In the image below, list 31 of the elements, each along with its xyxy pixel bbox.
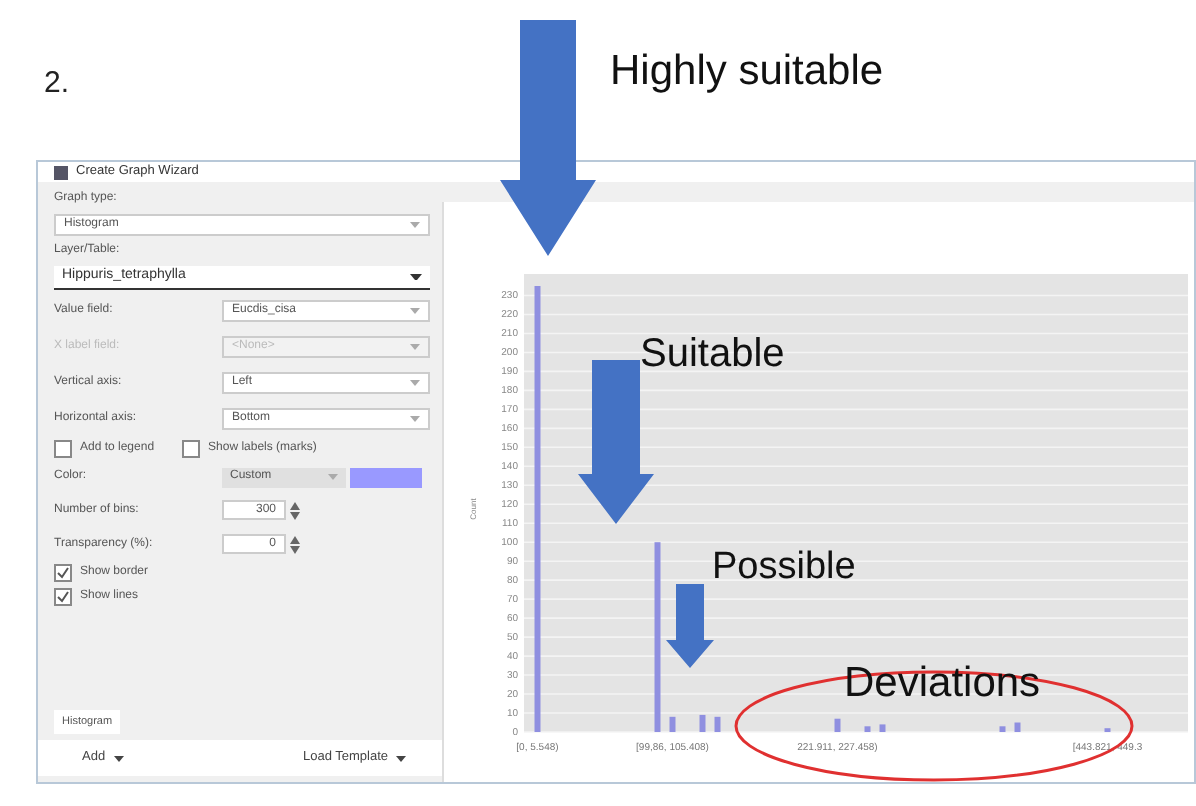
down-arrow	[666, 584, 714, 668]
chart-icon	[54, 165, 68, 179]
caret-icon	[396, 755, 406, 761]
caret-icon	[328, 474, 338, 480]
histogram-bar	[999, 726, 1006, 732]
figure-number: 2.	[44, 66, 70, 100]
histogram-bar	[864, 726, 871, 732]
histogram-bar	[714, 716, 721, 732]
spinner-arrows-icon[interactable]	[290, 535, 300, 553]
color-swatch[interactable]	[350, 467, 422, 487]
histogram-bar	[1014, 722, 1021, 732]
caret-icon	[410, 380, 420, 386]
histogram-bar	[879, 724, 886, 732]
histogram-bar	[699, 714, 706, 732]
arrow-annotation: Possible	[712, 544, 856, 592]
checkbox[interactable]	[54, 588, 72, 606]
ellipse-annotation: Deviations	[844, 658, 1041, 710]
checkbox[interactable]	[54, 564, 72, 582]
checkbox[interactable]	[54, 440, 72, 458]
caret-icon	[410, 273, 422, 281]
arrow-annotation: Suitable	[640, 330, 785, 380]
caret-icon	[410, 222, 420, 228]
spinner-arrows-icon[interactable]	[290, 501, 300, 519]
arrow-annotation: Highly suitable	[610, 46, 884, 98]
caret-icon	[410, 416, 420, 422]
caret-icon	[410, 308, 420, 314]
histogram-bar	[669, 716, 676, 732]
histogram-bar	[834, 718, 841, 732]
caret-icon	[410, 344, 420, 350]
checkbox[interactable]	[182, 440, 201, 458]
caret-icon	[113, 755, 124, 761]
